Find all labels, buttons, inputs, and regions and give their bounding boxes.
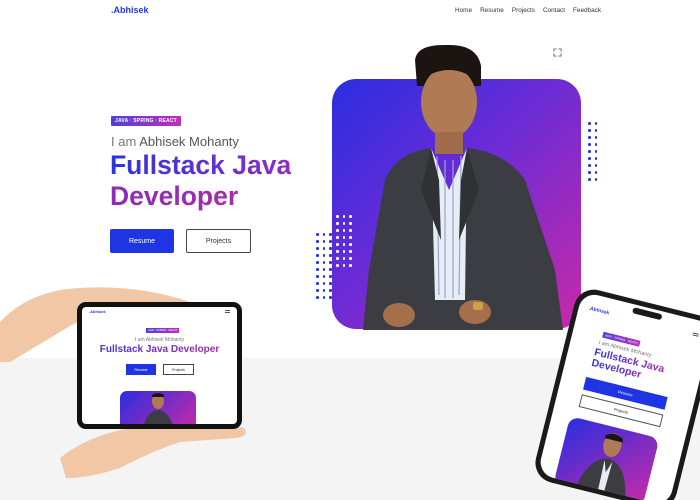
- hero-title-line2: Developer: [110, 181, 291, 212]
- hero-title-line1: Fullstack Java: [110, 150, 292, 180]
- nav-contact[interactable]: Contact: [543, 7, 565, 14]
- tablet-projects-button: Projects: [163, 364, 194, 375]
- card-dot-pattern: [336, 215, 352, 267]
- tablet-intro: I am Abhisek Mohanty: [134, 337, 185, 343]
- tablet-resume-button: Resume: [126, 364, 156, 375]
- nav-home[interactable]: Home: [455, 7, 472, 14]
- phone-brand: .Abhisek: [588, 305, 610, 317]
- tablet-brand: .Abhisek: [89, 309, 106, 314]
- resume-button[interactable]: Resume: [110, 229, 174, 253]
- hamburger-menu-icon: [692, 332, 699, 337]
- tablet-photo-card: [120, 391, 196, 424]
- dot-pattern-right-outer: [588, 122, 597, 181]
- nav-feedback[interactable]: Feedback: [573, 7, 601, 14]
- tablet-screen: .Abhisek JAVA · SPRING · REACT I am Abhi…: [82, 307, 237, 424]
- hamburger-menu-icon: [225, 310, 230, 313]
- tablet-title: Fullstack Java Developer: [82, 344, 237, 355]
- brand-logo[interactable]: .Abhisek: [111, 5, 149, 15]
- tablet-mockup: .Abhisek JAVA · SPRING · REACT I am Abhi…: [77, 302, 242, 429]
- skills-tag: JAVA · SPRING · REACT: [111, 116, 181, 126]
- main-nav: Home Resume Projects Contact Feedback: [455, 7, 601, 14]
- tablet-photo: [143, 393, 173, 424]
- tablet-skills-tag: JAVA · SPRING · REACT: [146, 328, 180, 333]
- hero-title: Fullstack Java Developer: [110, 150, 291, 212]
- profile-photo: [363, 44, 563, 330]
- intro-name: Abhisek Mohanty: [139, 134, 239, 149]
- phone-notch: [631, 307, 663, 321]
- projects-button[interactable]: Projects: [186, 229, 251, 253]
- nav-resume[interactable]: Resume: [480, 7, 504, 14]
- nav-projects[interactable]: Projects: [512, 7, 535, 14]
- intro-text: I am Abhisek Mohanty: [111, 134, 239, 149]
- dot-pattern-left: [316, 233, 332, 299]
- intro-prefix: I am: [111, 134, 140, 149]
